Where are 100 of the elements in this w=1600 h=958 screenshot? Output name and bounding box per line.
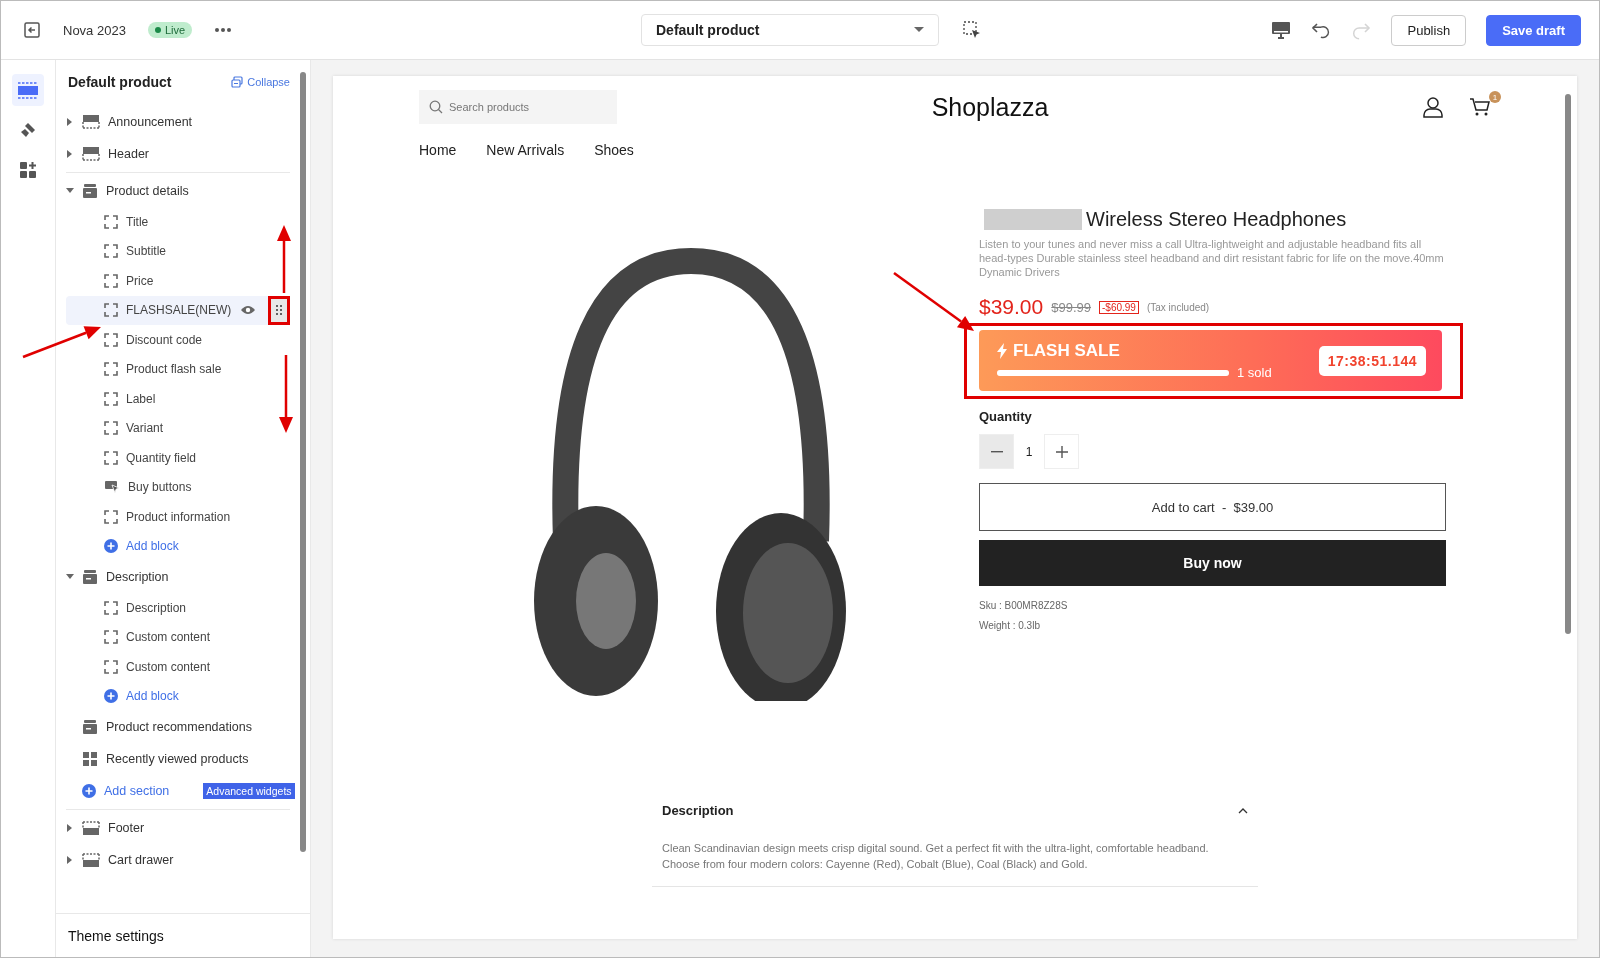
block-item[interactable]: Label: [66, 384, 290, 414]
visibility-button[interactable]: [240, 305, 256, 316]
product-summary: Listen to your tunes and never miss a call Ultra-lightweight and adjustable headband fits all head-types Durable stainless steel headband and dirt resistant fabric for life on the move.40mm Dynamic Drivers: [979, 237, 1445, 279]
widgets-badge[interactable]: Advanced widgets: [203, 783, 295, 799]
section-item[interactable]: Recently viewed products: [66, 743, 290, 775]
caret-right-icon: [67, 150, 73, 158]
discount-badge: -$60.99: [1099, 300, 1139, 314]
lightning-icon: [997, 343, 1007, 359]
theme-settings-link[interactable]: Theme settings: [56, 913, 310, 957]
theme-name: Nova 2023: [63, 22, 126, 38]
layout-bottom-icon: [82, 820, 100, 836]
section-item[interactable]: Description: [66, 561, 290, 593]
increase-button[interactable]: [1044, 434, 1079, 469]
block-item[interactable]: Buy buttons: [66, 472, 290, 502]
cursor-icon: [104, 480, 120, 495]
section-item[interactable]: Header: [66, 138, 290, 170]
block-item[interactable]: Description: [66, 593, 290, 623]
store-logo[interactable]: Shoplazza: [931, 92, 1049, 122]
publish-button[interactable]: Publish: [1391, 14, 1467, 46]
scrollbar-thumb[interactable]: [1565, 94, 1571, 634]
block-frame-icon: [104, 391, 118, 406]
collapse-link[interactable]: Collapse: [231, 76, 290, 88]
section-item[interactable]: Product recommendations: [66, 711, 290, 743]
panel-title: Default product: [68, 74, 172, 90]
nav-link[interactable]: Home: [419, 142, 457, 158]
eye-icon: [240, 305, 256, 316]
more-button[interactable]: [214, 27, 233, 33]
section-item[interactable]: Product details: [66, 175, 290, 207]
plus-circle-icon: [104, 539, 118, 554]
block-frame-icon: [104, 659, 118, 674]
scrollbar-thumb[interactable]: [300, 72, 306, 852]
account-button[interactable]: [1423, 96, 1443, 118]
minus-icon: [990, 450, 1003, 453]
layout-bottom-icon: [82, 852, 100, 868]
drag-handle[interactable]: [268, 295, 290, 325]
save-draft-button[interactable]: Save draft: [1486, 14, 1581, 46]
buy-now-button[interactable]: Buy now: [979, 540, 1446, 586]
undo-icon: [1311, 20, 1332, 40]
exit-button[interactable]: [23, 21, 41, 39]
description-text: Clean Scandinavian design meets crisp digital sound. Get a perfect fit with the ultra-light, comfortable headband. Choose from four modern colors: Cayenne (Red), Cobalt (Blue), Coal (Black) and Gold.: [662, 841, 1210, 872]
selection-cursor-icon: [963, 21, 981, 39]
block-frame-icon: [104, 421, 118, 436]
template-dropdown[interactable]: Default product: [641, 14, 939, 46]
block-item[interactable]: Price: [66, 266, 290, 296]
section-item[interactable]: Announcement: [66, 106, 290, 138]
plus-icon: [1055, 445, 1068, 458]
annotation-arrow: [277, 225, 291, 293]
caret-right-icon: [67, 856, 73, 864]
section-item[interactable]: Cart drawer: [66, 844, 290, 876]
nav-link[interactable]: New Arrivals: [486, 142, 565, 158]
section-icon: [82, 719, 98, 735]
undo-button[interactable]: [1311, 20, 1332, 40]
block-item[interactable]: Product information: [66, 502, 290, 532]
sections-tab[interactable]: [12, 74, 44, 106]
plus-circle-icon: [82, 784, 96, 798]
add-section-link[interactable]: Add section: [66, 775, 170, 807]
block-item[interactable]: Variant: [66, 413, 290, 443]
chevron-up-icon: [1238, 807, 1248, 814]
block-frame-icon: [104, 630, 118, 645]
select-tool-button[interactable]: [963, 21, 981, 39]
product-title: Wireless Stereo Headphones: [1086, 208, 1347, 231]
quantity-value[interactable]: 1: [1014, 444, 1044, 459]
redo-icon: [1351, 20, 1372, 40]
status-badge: Live: [147, 22, 193, 38]
section-icon: [82, 569, 98, 585]
layout-top-icon: [82, 146, 100, 162]
block-frame-icon: [104, 332, 118, 347]
block-frame-icon: [104, 600, 118, 615]
cart-count-badge: 1: [1489, 91, 1501, 103]
block-item[interactable]: Title: [66, 207, 290, 237]
caret-down-icon: [66, 188, 74, 194]
caret-right-icon: [67, 824, 73, 832]
grid-icon: [82, 751, 98, 767]
flash-sale-title: FLASH SALE: [1013, 341, 1120, 361]
countdown-timer: 17:38:51.144: [1318, 345, 1426, 376]
cart-icon: [1469, 97, 1491, 117]
block-item[interactable]: Custom content: [66, 652, 290, 682]
block-item[interactable]: Discount code: [66, 325, 290, 355]
search-field[interactable]: Search products: [419, 90, 617, 124]
brush-icon: [19, 121, 37, 139]
add-to-cart-button[interactable]: Add to cart - $39.00: [979, 483, 1446, 531]
more-icon: [214, 27, 233, 33]
block-item[interactable]: Product flash sale: [66, 354, 290, 384]
block-frame-icon: [104, 273, 118, 288]
section-item[interactable]: Footer: [66, 812, 290, 844]
sale-price: $39.00: [979, 295, 1044, 319]
add-block-link[interactable]: Add block: [66, 531, 290, 561]
block-frame-icon: [104, 303, 118, 318]
add-block-link[interactable]: Add block: [66, 681, 290, 711]
block-item[interactable]: Quantity field: [66, 443, 290, 473]
nav-link[interactable]: Shoes: [594, 142, 634, 158]
description-toggle[interactable]: Description: [662, 803, 1248, 818]
block-item[interactable]: Custom content: [66, 622, 290, 652]
block-frame-icon: [104, 244, 118, 259]
desktop-view-button[interactable]: [1271, 21, 1292, 39]
grip-icon: [276, 305, 282, 316]
block-item[interactable]: FLASHSALE(NEW): [66, 295, 290, 325]
cart-button[interactable]: [1469, 97, 1491, 117]
block-item[interactable]: Subtitle: [66, 236, 290, 266]
plus-circle-icon: [104, 689, 118, 704]
